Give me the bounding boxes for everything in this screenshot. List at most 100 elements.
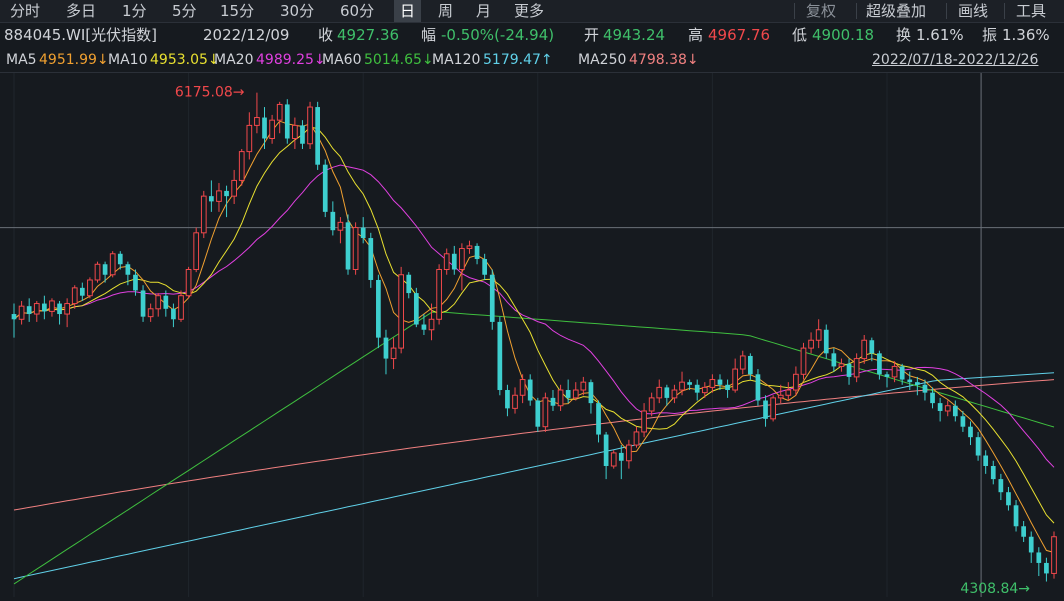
tool-button-3[interactable]: 工具 <box>1010 0 1052 22</box>
candle-body-up <box>808 339 814 349</box>
candle-body-up <box>246 124 253 153</box>
period-tab-1[interactable]: 多日 <box>60 0 102 22</box>
candle-body-up <box>64 303 70 315</box>
ma-label-ma60: MA60 <box>322 52 362 68</box>
candle-body-down <box>846 363 852 377</box>
index-code: 884045.WI[光伏指数] <box>4 26 157 44</box>
candle-body-down <box>869 340 875 354</box>
candle-body-down <box>482 259 488 275</box>
ma-value-ma20: 4989.25↓ <box>256 52 326 68</box>
candle-body-down <box>588 382 594 404</box>
candle-body-down <box>322 164 328 212</box>
candle-body-down <box>603 434 609 466</box>
date-range-link[interactable]: 2022/07/18-2022/12/26 <box>872 48 1038 72</box>
turnover-value: 1.61% <box>916 26 964 44</box>
candle-body-down <box>717 379 723 385</box>
candle-body-down <box>360 227 366 239</box>
period-toolbar: 分时 多日 1分 5分 15分 30分 60分日周月更多 复权 超级叠加 画线 工具 <box>0 0 1064 23</box>
close-value: 4927.36 <box>337 26 400 44</box>
candle-body-up <box>18 305 25 320</box>
candle-body-up <box>542 397 549 428</box>
ma-value-ma60: 5014.65↓ <box>364 52 434 68</box>
period-tab-3[interactable]: 5分 <box>166 0 203 22</box>
kline-chart[interactable]: 6175.08→ 4308.84→ <box>0 73 1064 597</box>
candle-body-down <box>262 117 267 139</box>
candle-body-down <box>930 392 935 404</box>
ma-label-ma10: MA10 <box>108 52 148 68</box>
candle-body-up <box>200 195 207 234</box>
candle-body-up <box>443 253 450 270</box>
candle-body-down <box>451 253 457 270</box>
candle-body-up <box>557 389 564 407</box>
candle-body-down <box>140 290 146 317</box>
ma-value-ma5: 4951.99↓ <box>39 52 109 68</box>
candle-body-down <box>907 379 913 383</box>
tool-button-1[interactable]: 超级叠加 <box>860 0 932 22</box>
ma250-line <box>13 379 1055 511</box>
candle-body-up <box>459 248 465 270</box>
period-tab-8[interactable]: 周 <box>432 0 459 22</box>
candle-body-down <box>368 238 374 280</box>
period-tab-6[interactable]: 60分 <box>334 0 380 22</box>
period-tab-4[interactable]: 15分 <box>214 0 260 22</box>
candle-body-down <box>687 382 692 385</box>
candle-body-up <box>231 179 237 197</box>
candle-body-down <box>102 264 108 275</box>
kline-chart-svg[interactable]: 6175.08→ 4308.84→ <box>0 73 1064 597</box>
candle-body-up <box>800 347 807 375</box>
candle-body-up <box>94 263 101 281</box>
candle-body-down <box>755 374 761 401</box>
close-label: 收 <box>318 26 334 44</box>
ma-label-ma250: MA250 <box>578 52 627 68</box>
candle-body-up <box>512 394 518 409</box>
ma-value-ma10: 4953.05↓ <box>150 52 220 68</box>
candle-body-up <box>428 318 435 331</box>
candle-body-down <box>284 104 290 139</box>
candle-body-up <box>853 358 860 378</box>
candle-body-down <box>915 382 920 385</box>
candle-body-down <box>133 274 138 291</box>
candle-body-down <box>57 303 62 315</box>
period-tab-2[interactable]: 1分 <box>116 0 153 22</box>
candle-body-up <box>671 389 678 399</box>
candle-body-down <box>1036 552 1042 563</box>
candle-body-up <box>352 227 359 270</box>
candle-body-down <box>618 452 624 461</box>
candle-body-down <box>937 403 943 411</box>
candle-body-down <box>535 400 541 427</box>
toolbar-divider <box>1004 3 1005 19</box>
candle-body-down <box>694 384 700 393</box>
candle-body-down <box>1021 526 1026 537</box>
candle-body-up <box>793 373 799 391</box>
candle-body-up <box>155 295 162 310</box>
tool-button-2[interactable]: 画线 <box>952 0 994 22</box>
period-tab-5[interactable]: 30分 <box>274 0 320 22</box>
period-tab-9[interactable]: 月 <box>470 0 497 22</box>
candle-body-down <box>42 303 47 312</box>
candle-body-up <box>269 119 275 139</box>
candle-body-down <box>747 355 753 375</box>
candle-body-down <box>1013 505 1019 527</box>
candle-body-up <box>641 410 647 433</box>
candle-body-down <box>527 379 533 401</box>
candle-body-down <box>421 324 427 330</box>
candle-body-down <box>315 107 321 165</box>
candle-body-down <box>171 308 176 320</box>
candle-body-up <box>701 386 708 394</box>
high-price-label: 6175.08→ <box>175 85 245 101</box>
period-tab-0[interactable]: 分时 <box>4 0 46 22</box>
ma120-line <box>13 372 1055 580</box>
period-tab-7[interactable]: 日 <box>394 0 422 22</box>
moving-average-legend: MA5 4951.99↓ MA10 4953.05↓ MA20 4989.25↓ MA60 5… <box>0 48 1064 73</box>
candle-body-down <box>505 390 510 409</box>
tool-button-0[interactable]: 复权 <box>800 0 842 22</box>
candle-body-up <box>178 295 184 320</box>
candle-body-up <box>238 151 245 181</box>
candle-body-down <box>823 329 829 354</box>
candle-body-up <box>87 279 93 297</box>
candle-body-up <box>785 389 792 396</box>
high-label: 高 <box>688 26 704 44</box>
candle-body-up <box>436 269 442 320</box>
candle-body-down <box>79 287 85 296</box>
period-tab-10[interactable]: 更多 <box>508 0 550 22</box>
